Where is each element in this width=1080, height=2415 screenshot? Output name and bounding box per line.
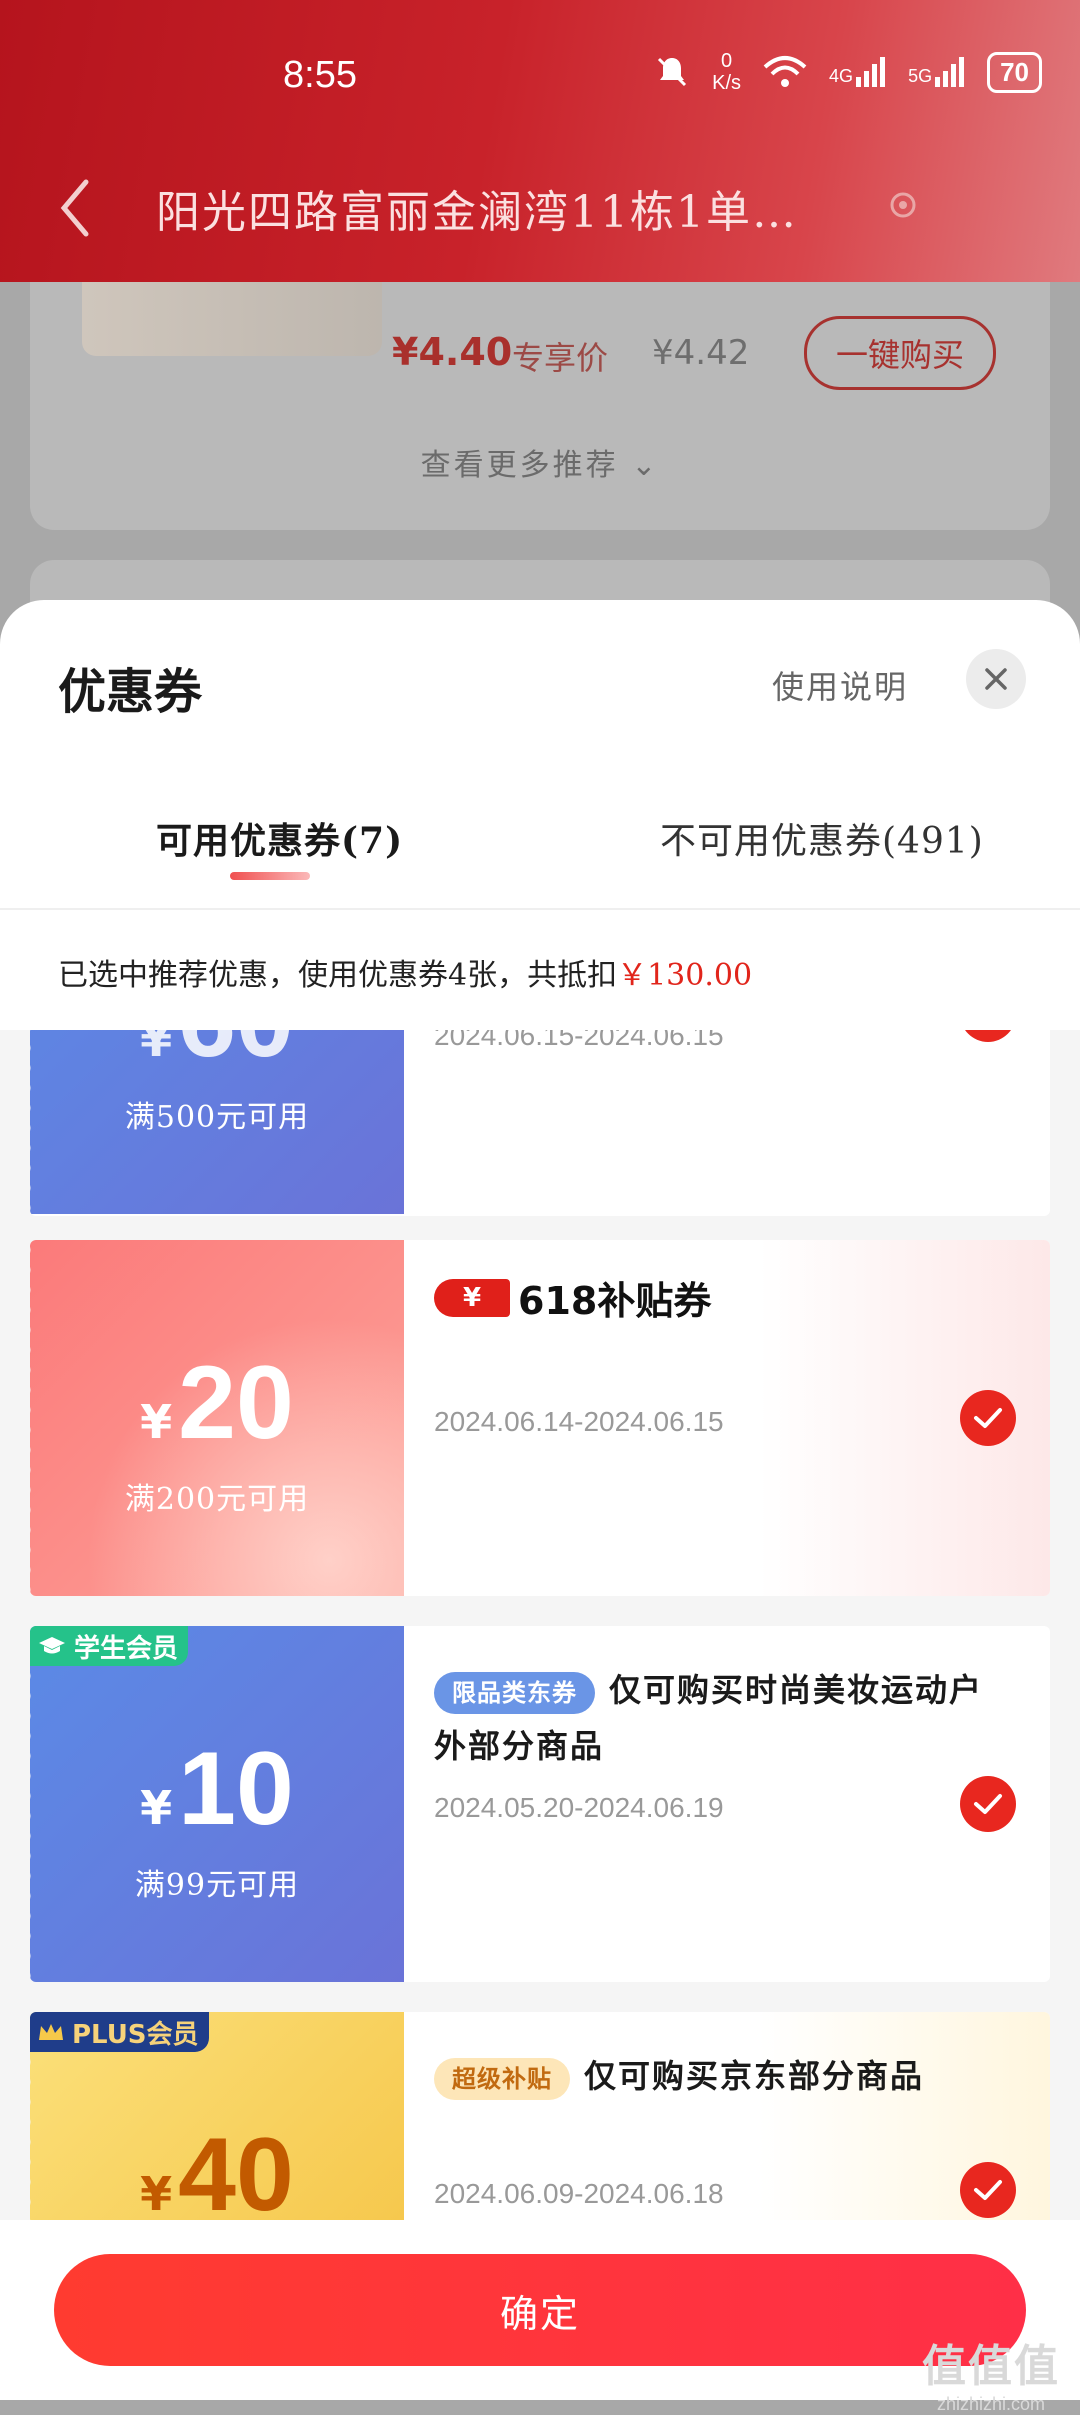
watermark: 值值值 zhizhizhi.com	[922, 2341, 1060, 2414]
coupon-validity: 2024.06.09-2024.06.18	[434, 2178, 724, 2209]
wifi-icon	[763, 56, 807, 87]
close-icon	[985, 668, 1007, 690]
back-arrow-icon[interactable]	[56, 178, 96, 238]
coupon-validity: 2024.06.15-2024.06.15	[434, 1030, 724, 1051]
selected-check-icon[interactable]	[960, 1390, 1016, 1446]
exclusive-price-label: 专享价	[512, 339, 609, 377]
tab-available-coupons[interactable]: 可用优惠券(7)	[156, 812, 403, 864]
coupon-card[interactable]: ¥20 满200元可用 ¥618补贴券 2024.06.14-2024.06.1…	[30, 1240, 1050, 1596]
divider	[0, 908, 1080, 910]
coupon-card[interactable]: ¥60 满500元可用 2024.06.15-2024.06.15	[30, 1030, 1050, 1216]
coupon-description: 限品类东券 仅可购买时尚美妆运动户外部分商品	[434, 1671, 984, 1765]
coupon-amount: ¥20	[140, 1345, 294, 1461]
active-tab-indicator	[230, 872, 310, 880]
coupon-amount: ¥10	[140, 1731, 294, 1847]
sheet-title: 优惠券	[58, 664, 203, 720]
coupon-validity: 2024.05.20-2024.06.19	[434, 1792, 724, 1823]
coupon-card[interactable]: 学生会员 ¥10 满99元可用 限品类东券 仅可购买时尚美妆运动户外部分商品 20…	[30, 1626, 1050, 1982]
product-price: ¥4.40	[392, 330, 513, 374]
coupon-condition: 满200元可用	[124, 1482, 310, 1517]
category-tag: 超级补贴	[434, 2057, 570, 2100]
chevron-down-icon: ⌄	[631, 448, 660, 483]
signal-4g: 4G	[829, 57, 886, 87]
page-header: 8:55 0 K/s 4G 5G 70 阳光四路富丽金澜湾11栋1单…	[0, 0, 1080, 282]
battery-icon: 70	[987, 51, 1042, 93]
status-icons: 0 K/s 4G 5G 70	[654, 50, 1042, 94]
coupon-amount: ¥40	[140, 2117, 294, 2233]
background-product-card	[30, 260, 1050, 530]
location-pin-icon[interactable]	[886, 190, 920, 224]
tab-unavailable-coupons[interactable]: 不可用优惠券(491)	[660, 812, 984, 864]
selection-summary: 已选中推荐优惠，使用优惠券4张，共抵扣￥130.00	[58, 958, 753, 993]
plus-member-badge: PLUS会员	[30, 2012, 209, 2052]
mute-bell-icon	[658, 57, 687, 87]
selected-check-icon[interactable]	[960, 1030, 1016, 1042]
status-time: 8:55	[283, 54, 357, 96]
coupon-description: 超级补贴 仅可购买京东部分商品	[434, 2048, 994, 2104]
category-tag: 限品类东券	[434, 1671, 595, 1714]
one-click-buy-button[interactable]: 一键购买	[804, 316, 996, 390]
student-member-badge: 学生会员	[30, 1626, 189, 1666]
usage-instructions-link[interactable]: 使用说明	[772, 662, 908, 708]
coupon-condition: 满99元可用	[134, 1868, 300, 1903]
coupon-validity: 2024.06.14-2024.06.15	[434, 1406, 724, 1437]
subsidy-badge: ¥618补贴券	[434, 1270, 711, 1325]
signal-5g: 5G	[908, 57, 965, 87]
selected-check-icon[interactable]	[960, 2162, 1016, 2218]
original-price: ¥4.42	[652, 333, 750, 373]
selected-check-icon[interactable]	[960, 1776, 1016, 1832]
delivery-address[interactable]: 阳光四路富丽金澜湾11栋1单…	[156, 176, 798, 240]
confirm-button[interactable]: 确定	[54, 2254, 1026, 2366]
graduation-cap-icon	[39, 1637, 65, 1654]
more-recommendations-link[interactable]: 查看更多推荐 ⌄	[0, 440, 1080, 484]
bottom-bar: 确定	[0, 2220, 1080, 2400]
coupon-list[interactable]: ¥60 满500元可用 2024.06.15-2024.06.15 ¥20 满2…	[0, 1030, 1080, 2400]
close-button[interactable]	[966, 649, 1026, 709]
coupon-amount: ¥60	[140, 1030, 294, 1079]
net-speed: 0 K/s	[712, 50, 742, 94]
coupon-sheet: 优惠券 使用说明 可用优惠券(7) 不可用优惠券(491) 已选中推荐优惠，使用…	[0, 600, 1080, 2400]
total-discount: ￥130.00	[617, 958, 753, 993]
crown-icon	[39, 2024, 63, 2040]
coupon-condition: 满500元可用	[124, 1100, 310, 1135]
